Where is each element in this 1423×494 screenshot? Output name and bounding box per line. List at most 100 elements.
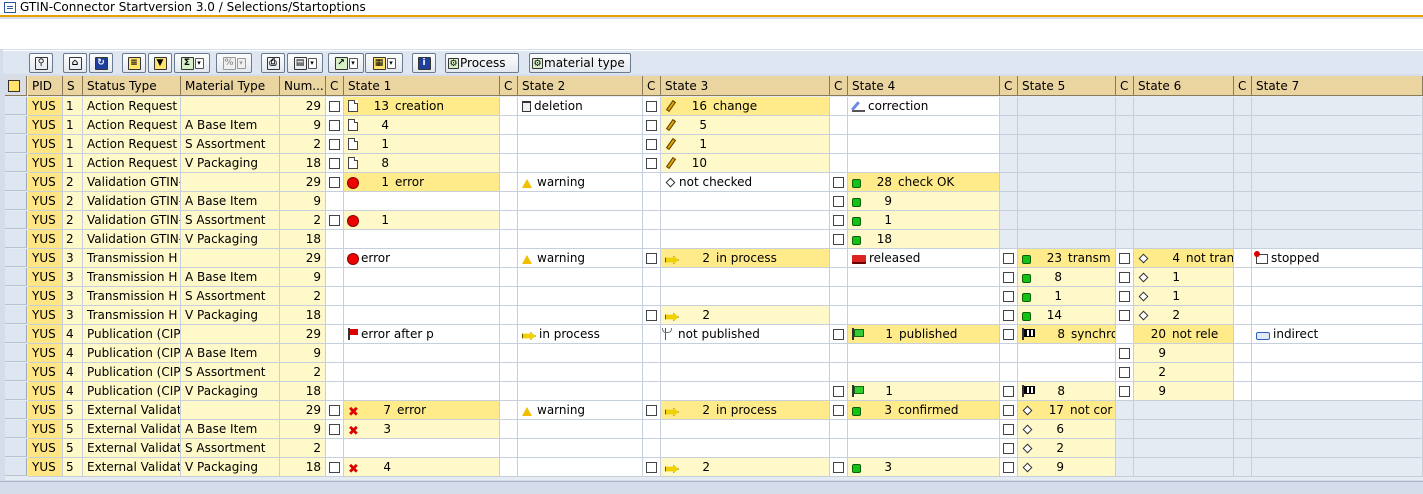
cell-state-5[interactable] [1018, 344, 1116, 363]
cell-state-2[interactable] [518, 420, 643, 439]
cell-state-6[interactable] [1134, 173, 1234, 192]
cell-state-1[interactable] [344, 439, 500, 458]
cell-state-3[interactable] [661, 420, 830, 439]
row-checkbox[interactable] [1003, 405, 1014, 416]
cell-state-4[interactable]: released [848, 249, 1000, 268]
cell-state-7[interactable] [1252, 439, 1423, 458]
cell-state-4[interactable] [848, 116, 1000, 135]
cell-state-5[interactable]: 1 [1018, 287, 1116, 306]
cell-state-6[interactable] [1134, 154, 1234, 173]
column-header-state-6[interactable]: State 6 [1134, 76, 1234, 96]
cell-state-7[interactable] [1252, 154, 1423, 173]
cell-state-2[interactable] [518, 439, 643, 458]
cell-state-7[interactable]: stopped [1252, 249, 1423, 268]
row-selector[interactable] [5, 211, 27, 229]
cell-state-3[interactable] [661, 382, 830, 401]
row-checkbox[interactable] [1003, 291, 1014, 302]
row-checkbox[interactable] [329, 215, 340, 226]
filter-button[interactable]: ▼ [148, 53, 172, 73]
column-header-state-3[interactable]: State 3 [661, 76, 830, 96]
cell-state-2[interactable] [518, 230, 643, 249]
cell-state-4[interactable]: 3 [848, 458, 1000, 477]
cell-state-7[interactable] [1252, 135, 1423, 154]
row-checkbox[interactable] [1003, 443, 1014, 454]
cell-state-1[interactable]: error [344, 249, 500, 268]
total-button[interactable]: Σ ▾ [174, 53, 210, 73]
row-selector[interactable] [5, 249, 27, 267]
cell-state-2[interactable] [518, 382, 643, 401]
cell-state-6[interactable] [1134, 192, 1234, 211]
row-checkbox[interactable] [833, 196, 844, 207]
cell-state-2[interactable] [518, 344, 643, 363]
cell-state-7[interactable] [1252, 420, 1423, 439]
cell-state-2[interactable] [518, 192, 643, 211]
cell-state-2[interactable] [518, 211, 643, 230]
cell-state-5[interactable] [1018, 230, 1116, 249]
column-header-pid[interactable]: PID [28, 76, 63, 96]
cell-state-1[interactable]: error after p [344, 325, 500, 344]
cell-state-2[interactable] [518, 458, 643, 477]
cell-state-1[interactable]: 13 creation [344, 97, 500, 116]
row-selector[interactable] [5, 135, 27, 153]
row-selector[interactable] [5, 287, 27, 305]
cell-state-5[interactable]: 9 [1018, 458, 1116, 477]
cell-state-3[interactable] [661, 344, 830, 363]
row-selector[interactable] [5, 382, 27, 400]
cell-state-5[interactable]: 8 [1018, 382, 1116, 401]
cell-state-2[interactable]: warning [518, 249, 643, 268]
row-selector[interactable] [5, 306, 27, 324]
row-checkbox[interactable] [646, 462, 657, 473]
cell-state-4[interactable]: 28 check OK [848, 173, 1000, 192]
cell-state-7[interactable] [1252, 401, 1423, 420]
cell-state-5[interactable]: 8 [1018, 268, 1116, 287]
cell-state-4[interactable]: 1 [848, 211, 1000, 230]
cell-state-1[interactable]: ✖ 7 error [344, 401, 500, 420]
row-selector[interactable] [5, 230, 27, 248]
row-checkbox[interactable] [1119, 367, 1130, 378]
column-header-mat[interactable]: Material Type [181, 76, 280, 96]
column-header-c[interactable]: C [500, 76, 518, 96]
cell-state-6[interactable] [1134, 230, 1234, 249]
cell-state-4[interactable] [848, 135, 1000, 154]
row-checkbox[interactable] [1003, 272, 1014, 283]
cell-state-3[interactable]: 2 [661, 306, 830, 325]
cell-state-1[interactable] [344, 230, 500, 249]
row-selector[interactable] [5, 420, 27, 438]
column-header-c[interactable]: C [1234, 76, 1252, 96]
row-selector[interactable] [5, 439, 27, 457]
cell-state-1[interactable] [344, 363, 500, 382]
cell-state-2[interactable] [518, 268, 643, 287]
row-selector[interactable] [5, 154, 27, 172]
column-header-state-2[interactable]: State 2 [518, 76, 643, 96]
cell-state-1[interactable] [344, 287, 500, 306]
row-checkbox[interactable] [329, 177, 340, 188]
row-checkbox[interactable] [646, 158, 657, 169]
row-checkbox[interactable] [646, 310, 657, 321]
cell-state-4[interactable] [848, 439, 1000, 458]
row-checkbox[interactable] [1119, 291, 1130, 302]
row-checkbox[interactable] [1119, 253, 1130, 264]
cell-state-7[interactable] [1252, 458, 1423, 477]
cell-state-7[interactable] [1252, 97, 1423, 116]
cell-state-4[interactable] [848, 420, 1000, 439]
cell-state-7[interactable]: indirect [1252, 325, 1423, 344]
print-button[interactable]: ⎙ [261, 53, 285, 73]
views-button[interactable]: ▤ ▾ [287, 53, 323, 73]
cell-state-3[interactable] [661, 230, 830, 249]
cell-state-7[interactable] [1252, 363, 1423, 382]
row-selector[interactable] [5, 173, 27, 191]
cell-state-7[interactable] [1252, 173, 1423, 192]
row-checkbox[interactable] [1119, 272, 1130, 283]
cell-state-6[interactable]: 2 [1134, 363, 1234, 382]
row-checkbox[interactable] [646, 139, 657, 150]
cell-state-3[interactable] [661, 211, 830, 230]
cell-state-5[interactable]: 8 synchro [1018, 325, 1116, 344]
cell-state-4[interactable] [848, 344, 1000, 363]
cell-state-1[interactable]: ✖ 4 [344, 458, 500, 477]
details-button[interactable]: ⚲ [29, 53, 53, 73]
column-header-c[interactable]: C [326, 76, 344, 96]
row-checkbox[interactable] [1003, 462, 1014, 473]
cell-state-6[interactable]: 1 [1134, 268, 1234, 287]
row-checkbox[interactable] [1119, 310, 1130, 321]
choose-button[interactable]: ⌂ [63, 53, 87, 73]
